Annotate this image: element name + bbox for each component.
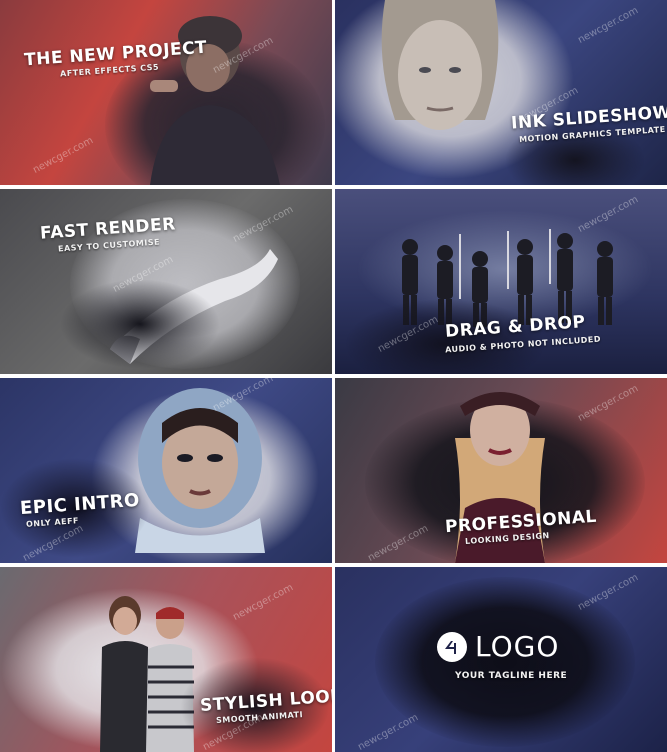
tile-ink-slideshow: INK SLIDESHOW MOTION GRAPHICS TEMPLATE n… <box>335 0 667 185</box>
tile-fast-render: FAST RENDER EASY TO CUSTOMISE newcger.co… <box>0 189 332 374</box>
ink-splash <box>60 279 220 369</box>
tile-professional: PROFESSIONAL LOOKING DESIGN newcger.com … <box>335 378 667 563</box>
tile-drag-drop: DRAG & DROP AUDIO & PHOTO NOT INCLUDED n… <box>335 189 667 374</box>
woman-fur-hood-photo <box>135 388 265 553</box>
tile-logo: LOGO YOUR TAGLINE HERE newcger.com newcg… <box>335 567 667 752</box>
logo-lockup: LOGO <box>437 630 559 663</box>
tile-stylish-look: STYLISH LOOK SMOOTH ANIMATI newcger.com … <box>0 567 332 752</box>
logo-mark-icon <box>437 631 467 662</box>
tile-subtitle: YOUR TAGLINE HERE <box>455 671 568 681</box>
tile-epic-intro: EPIC INTRO ONLY AEFF newcger.com newcger… <box>0 378 332 563</box>
woman-portrait-photo <box>381 0 499 130</box>
logo-text: LOGO <box>475 630 560 663</box>
slideshow-preview-grid: THE NEW PROJECT AFTER EFFECTS CS5 newcge… <box>0 0 667 752</box>
tile-new-project: THE NEW PROJECT AFTER EFFECTS CS5 newcge… <box>0 0 332 185</box>
